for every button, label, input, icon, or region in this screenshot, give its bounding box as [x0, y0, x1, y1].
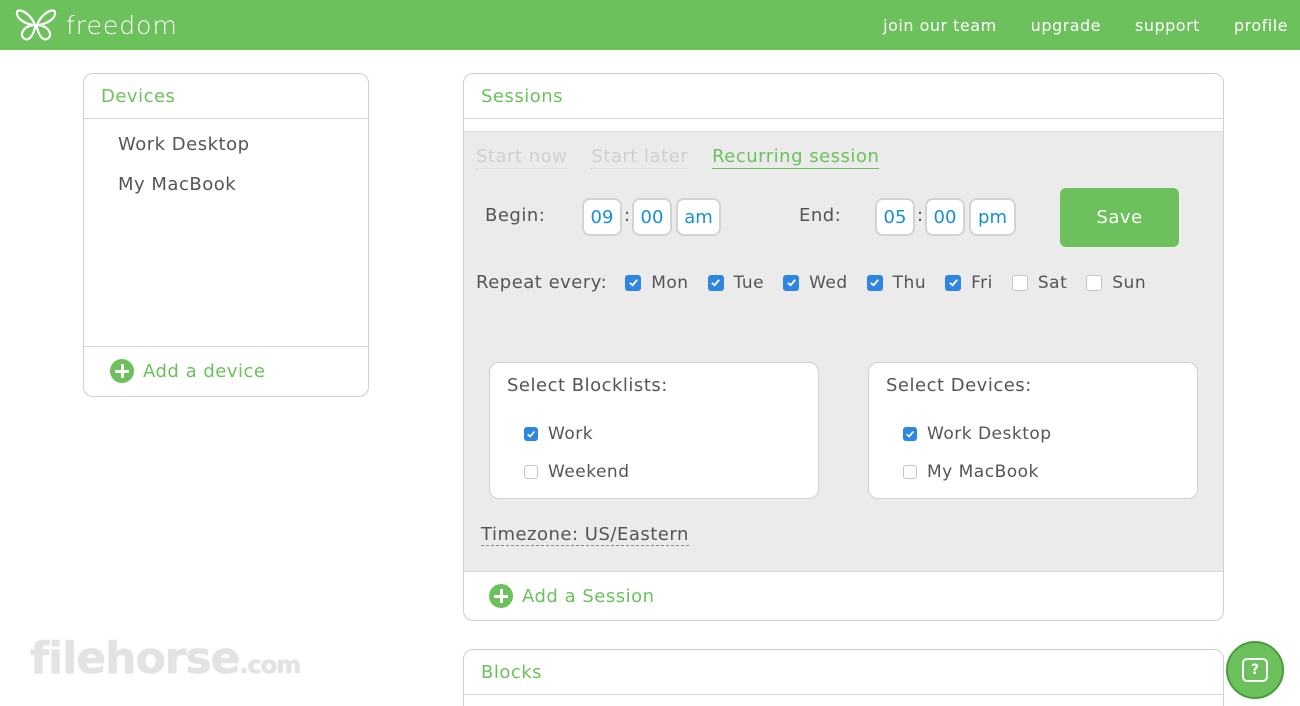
- day-label: Tue: [733, 272, 765, 293]
- checkbox-checked-icon: [625, 274, 642, 291]
- checkbox-unchecked-icon: [903, 465, 917, 479]
- blocklist-work-checkbox[interactable]: Work: [524, 424, 593, 444]
- watermark-suffix: .com: [239, 651, 301, 679]
- day-checkboxes: Mon Tue Wed Thu Fri Sat Sun: [625, 273, 1165, 293]
- select-devices-title: Select Devices:: [886, 375, 1032, 396]
- device-work-desktop-checkbox[interactable]: Work Desktop: [903, 424, 1052, 444]
- butterfly-logo-icon: [15, 9, 57, 41]
- tab-recurring-session[interactable]: Recurring session: [712, 146, 880, 169]
- tab-start-later[interactable]: Start later: [591, 146, 689, 169]
- day-label: Sat: [1037, 272, 1068, 293]
- select-blocklists-box: Select Blocklists: Work Weekend: [489, 362, 819, 499]
- nav-profile[interactable]: profile: [1234, 16, 1288, 35]
- device-list: Work Desktop My MacBook: [84, 119, 368, 347]
- day-wed-checkbox[interactable]: Wed: [783, 273, 848, 293]
- day-tue-checkbox[interactable]: Tue: [707, 272, 765, 293]
- help-chat-button[interactable]: ?: [1226, 641, 1284, 699]
- nav-join-our-team[interactable]: join our team: [883, 16, 997, 35]
- checkbox-checked-icon: [707, 274, 724, 291]
- device-my-macbook-checkbox[interactable]: My MacBook: [903, 462, 1039, 482]
- begin-ampm-select[interactable]: am: [676, 198, 721, 236]
- sessions-title: Sessions: [464, 74, 1223, 119]
- repeat-label: Repeat every:: [476, 272, 608, 293]
- end-hour-input[interactable]: 05: [875, 198, 915, 236]
- watermark-main: filehorse: [30, 633, 240, 684]
- day-label: Wed: [809, 272, 848, 293]
- begin-label: Begin:: [485, 205, 546, 226]
- day-sun-checkbox[interactable]: Sun: [1086, 273, 1146, 293]
- checkbox-checked-icon: [783, 274, 800, 291]
- device-label: My MacBook: [927, 462, 1039, 482]
- help-label: ?: [1250, 662, 1260, 678]
- sessions-card: Sessions Start now Start later Recurring…: [463, 73, 1224, 621]
- end-label: End:: [799, 205, 842, 226]
- blocklist-weekend-checkbox[interactable]: Weekend: [524, 462, 630, 482]
- time-separator: :: [624, 205, 631, 226]
- day-mon-checkbox[interactable]: Mon: [625, 273, 688, 293]
- time-separator: :: [917, 205, 924, 226]
- device-label: Work Desktop: [927, 424, 1052, 444]
- device-item[interactable]: My MacBook: [118, 173, 368, 213]
- chat-bubble-icon: ?: [1242, 658, 1268, 682]
- blocks-card: Blocks: [463, 649, 1224, 706]
- checkbox-checked-icon: [866, 274, 883, 291]
- day-label: Mon: [651, 272, 689, 293]
- select-blocklists-title: Select Blocklists:: [507, 375, 668, 396]
- nav-upgrade[interactable]: upgrade: [1031, 16, 1101, 35]
- checkbox-checked-icon: [524, 427, 538, 441]
- save-button[interactable]: Save: [1060, 188, 1179, 247]
- repeat-row: Repeat every: Mon Tue Wed Thu Fri Sat Sun: [476, 272, 1165, 293]
- top-nav: join our team upgrade support profile: [883, 0, 1300, 50]
- blocks-title: Blocks: [464, 650, 1223, 695]
- checkbox-checked-icon: [945, 274, 962, 291]
- day-label: Thu: [892, 272, 927, 293]
- day-label: Sun: [1112, 272, 1147, 293]
- plus-circle-icon: [489, 584, 513, 608]
- devices-card: Devices Work Desktop My MacBook Add a de…: [83, 73, 369, 397]
- session-tabs: Start now Start later Recurring session: [476, 146, 903, 169]
- plus-circle-icon: [110, 359, 134, 383]
- tab-start-now[interactable]: Start now: [476, 146, 568, 169]
- checkbox-unchecked-icon: [524, 465, 538, 479]
- select-devices-box: Select Devices: Work Desktop My MacBook: [868, 362, 1198, 499]
- devices-title: Devices: [84, 74, 368, 119]
- begin-minute-input[interactable]: 00: [632, 198, 672, 236]
- watermark-logo: filehorse.com: [30, 633, 301, 684]
- brand-name: freedom: [66, 10, 178, 40]
- timezone-link[interactable]: Timezone: US/Eastern: [481, 524, 689, 546]
- top-bar: freedom join our team upgrade support pr…: [0, 0, 1300, 50]
- add-session-button[interactable]: Add a Session: [464, 572, 1223, 620]
- begin-hour-input[interactable]: 09: [582, 198, 622, 236]
- checkbox-unchecked-icon: [1086, 274, 1103, 291]
- add-device-label: Add a device: [143, 360, 266, 382]
- add-device-button[interactable]: Add a device: [84, 347, 368, 395]
- session-editor: Start now Start later Recurring session …: [464, 131, 1223, 572]
- blocklist-label: Weekend: [548, 462, 630, 482]
- day-label: Fri: [971, 272, 993, 293]
- blocklist-label: Work: [548, 424, 594, 444]
- day-thu-checkbox[interactable]: Thu: [866, 272, 927, 293]
- checkbox-unchecked-icon: [1011, 274, 1028, 291]
- end-ampm-select[interactable]: pm: [969, 198, 1016, 236]
- end-minute-input[interactable]: 00: [925, 198, 965, 236]
- day-fri-checkbox[interactable]: Fri: [945, 273, 993, 293]
- add-session-label: Add a Session: [522, 585, 655, 607]
- device-item[interactable]: Work Desktop: [118, 133, 368, 173]
- nav-support[interactable]: support: [1135, 16, 1200, 35]
- brand[interactable]: freedom: [14, 6, 178, 44]
- day-sat-checkbox[interactable]: Sat: [1011, 272, 1068, 293]
- checkbox-checked-icon: [903, 427, 917, 441]
